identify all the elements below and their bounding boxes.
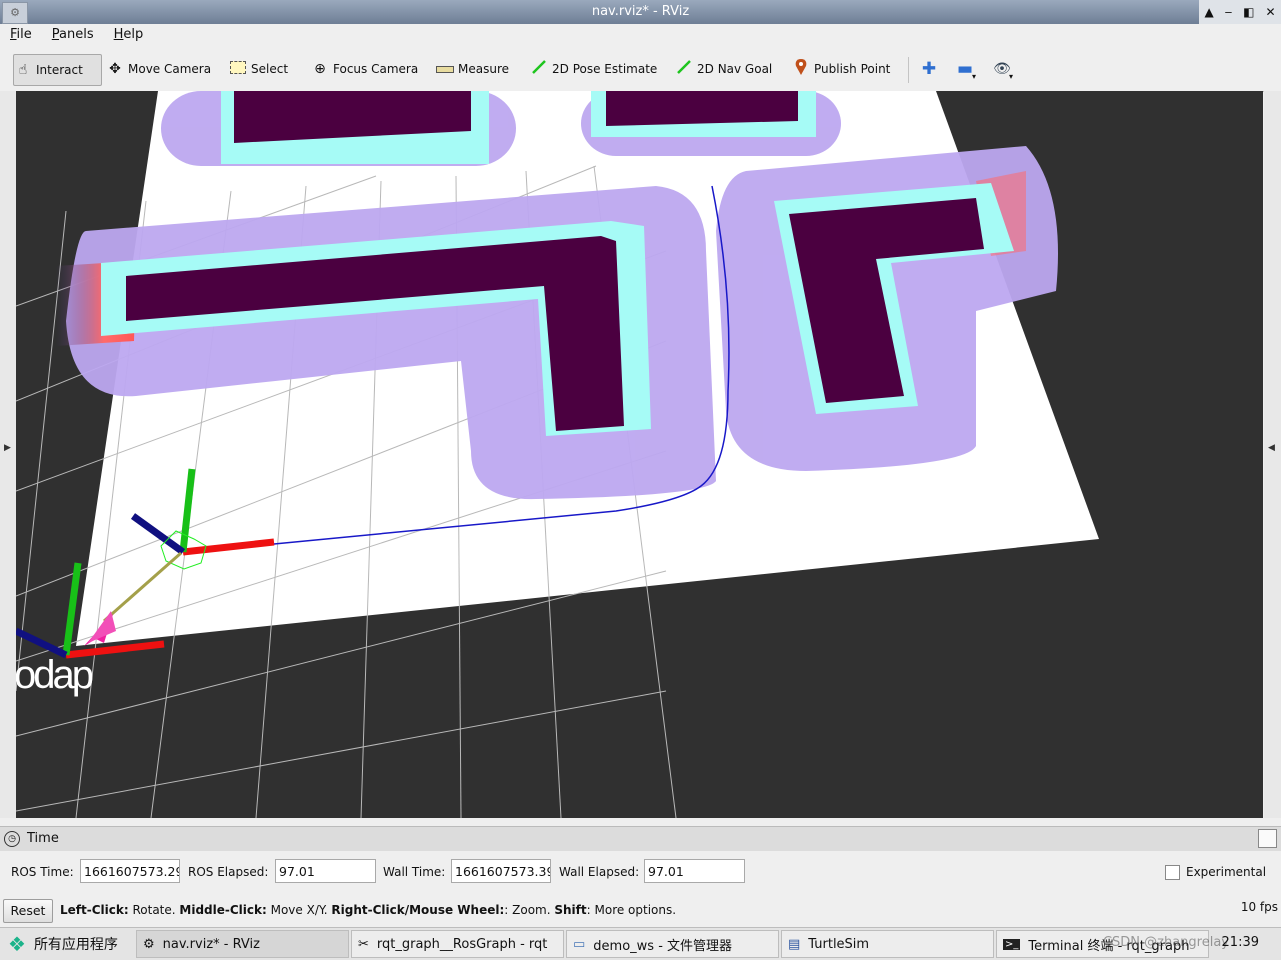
menu-bar: File Panels Help <box>0 24 1281 47</box>
move-camera-tool[interactable]: ✥ Move Camera <box>106 54 211 84</box>
ruler-icon <box>436 61 454 77</box>
interact-tool[interactable]: ☝ Interact <box>13 54 102 86</box>
focus-camera-tool[interactable]: ⊕ Focus Camera <box>311 54 418 84</box>
pose-estimate-label: 2D Pose Estimate <box>552 62 658 76</box>
start-menu-button[interactable]: ❖ 所有应用程序 <box>8 930 118 958</box>
select-tool[interactable]: Select <box>229 54 288 84</box>
remove-tool-button[interactable]: ▬ ▾ <box>956 54 976 84</box>
window-controls: ▲ ‒ ◧ ✕ <box>1199 0 1281 24</box>
start-menu-label: 所有应用程序 <box>33 937 118 953</box>
add-tool-button[interactable]: ✚ <box>920 54 942 84</box>
experimental-checkbox[interactable] <box>1165 865 1180 880</box>
clock-icon: ◷ <box>4 831 20 847</box>
ros-time-label: ROS Time: <box>11 865 74 879</box>
plus-icon: ✚ <box>921 59 937 79</box>
task-file-manager[interactable]: ▭ demo_ws - 文件管理器 <box>566 930 779 958</box>
menu-panels[interactable]: Panels <box>42 24 104 47</box>
tools-icon: ✂ <box>358 936 369 952</box>
wall-time-label: Wall Time: <box>383 865 446 879</box>
app-launcher-icon: ❖ <box>8 932 26 956</box>
task-rqt-graph[interactable]: ✂ rqt_graph__RosGraph - rqt <box>351 930 564 958</box>
focus-camera-icon: ⊕ <box>314 61 326 77</box>
folder-icon: ▭ <box>573 936 586 952</box>
measure-label: Measure <box>458 62 509 76</box>
nav-goal-label: 2D Nav Goal <box>697 62 773 76</box>
map-render: odap <box>16 91 1099 818</box>
wall-elapsed-field[interactable]: 97.01 <box>644 859 745 883</box>
float-panel-button[interactable] <box>1258 829 1277 848</box>
expand-left-icon[interactable]: ▶ <box>4 443 11 453</box>
tool-bar: ☝ Interact ✥ Move Camera Select ⊕ Focus Cam… <box>0 47 1281 92</box>
move-camera-label: Move Camera <box>128 62 212 76</box>
minimize-icon[interactable]: ‒ <box>1225 5 1233 19</box>
pose-estimate-tool[interactable]: 2D Pose Estimate <box>530 54 657 84</box>
wall-time-field[interactable]: 1661607573.39 <box>451 859 551 883</box>
time-panel-title: Time <box>27 831 59 846</box>
frame-label: odap <box>16 653 93 697</box>
rviz-icon: ⚙ <box>143 936 155 952</box>
publish-point-tool[interactable]: Publish Point <box>792 54 890 84</box>
shade-icon[interactable]: ▲ <box>1204 5 1213 19</box>
experimental-label: Experimental <box>1186 865 1267 879</box>
window-title: nav.rviz* - RViz <box>591 4 690 19</box>
measure-tool[interactable]: Measure <box>436 54 509 84</box>
maximize-icon[interactable]: ◧ <box>1243 5 1254 19</box>
toolbar-separator <box>908 57 909 83</box>
green-arrow-icon <box>675 59 693 79</box>
watermark: CSDN @zhangrelay <box>1102 935 1229 950</box>
ros-elapsed-label: ROS Elapsed: <box>188 865 269 879</box>
time-panel: ROS Time: 1661607573.29 ROS Elapsed: 97.… <box>0 851 1281 895</box>
nav-goal-tool[interactable]: 2D Nav Goal <box>675 54 772 84</box>
reset-button[interactable]: Reset <box>3 899 53 923</box>
taskbar-clock: 21:39 <box>1221 935 1259 950</box>
ros-elapsed-field[interactable]: 97.01 <box>275 859 376 883</box>
task-rviz[interactable]: ⚙ nav.rviz* - RViz <box>136 930 349 958</box>
time-panel-header: ◷ Time <box>0 826 1281 851</box>
green-arrow-icon <box>530 59 548 79</box>
3d-viewport[interactable]: odap <box>16 91 1263 818</box>
fps-readout: 10 fps <box>1240 900 1278 914</box>
move-camera-icon: ✥ <box>109 61 121 77</box>
select-icon <box>229 60 247 78</box>
publish-point-label: Publish Point <box>814 62 891 76</box>
tool-visibility-button[interactable]: 👁 ▾ <box>993 54 1013 84</box>
hand-icon: ☝ <box>18 62 28 78</box>
expand-right-icon[interactable]: ◀ <box>1268 443 1275 453</box>
status-bar: Reset Left-Click: Rotate. Middle-Click: … <box>0 895 1281 927</box>
window-titlebar[interactable]: ⚙ nav.rviz* - RViz ▲ ‒ ◧ ✕ <box>0 0 1281 24</box>
interact-label: Interact <box>36 63 83 77</box>
ros-time-field[interactable]: 1661607573.29 <box>80 859 180 883</box>
map-pin-icon <box>792 58 810 80</box>
wall-elapsed-label: Wall Elapsed: <box>559 865 640 879</box>
close-icon[interactable]: ✕ <box>1265 5 1275 19</box>
focus-camera-label: Focus Camera <box>333 62 419 76</box>
select-label: Select <box>251 62 289 76</box>
menu-file[interactable]: File <box>0 24 42 47</box>
menu-help[interactable]: Help <box>104 24 154 47</box>
terminal-icon: >_ <box>1003 938 1021 950</box>
window-icon: ▤ <box>788 936 801 952</box>
task-turtlesim[interactable]: ▤ TurtleSim <box>781 930 994 958</box>
right-panel-handle[interactable]: ◀ <box>1264 91 1281 818</box>
left-panel-handle[interactable]: ▶ <box>0 91 16 818</box>
taskbar: ❖ 所有应用程序 ⚙ nav.rviz* - RViz ✂ rqt_graph__Ro… <box>0 927 1281 960</box>
mouse-hint: Left-Click: Rotate. Middle-Click: Move X… <box>60 903 677 917</box>
